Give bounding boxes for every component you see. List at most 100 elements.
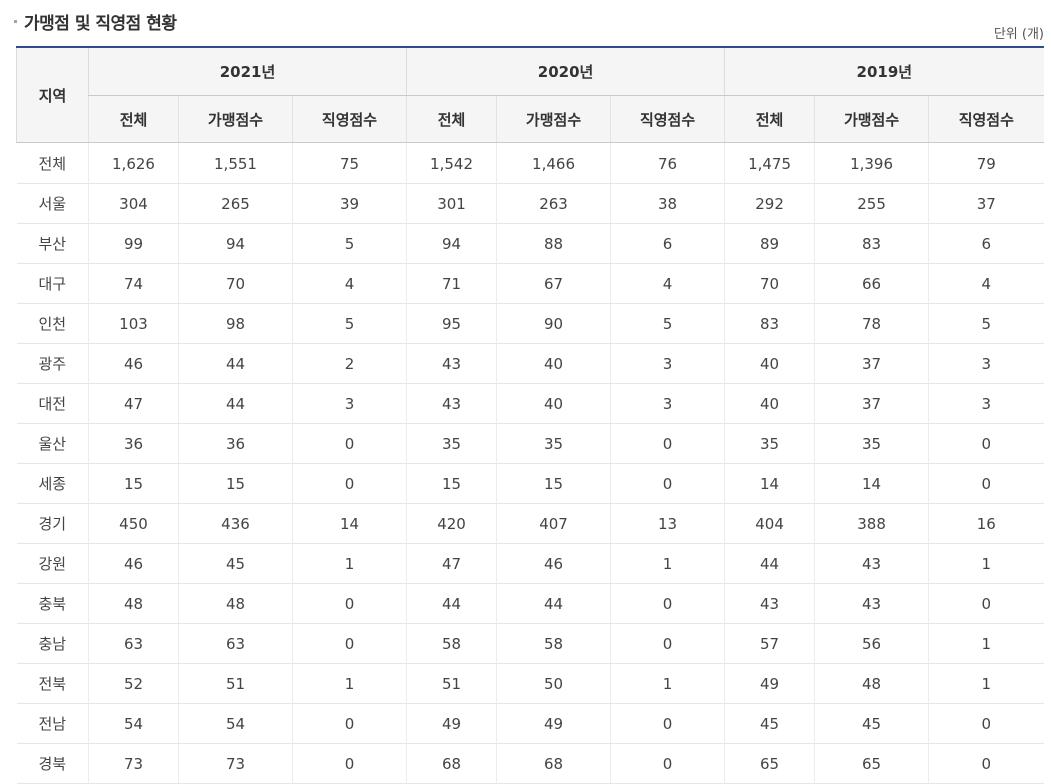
table-cell: 3	[928, 343, 1044, 384]
table-cell: 89	[724, 223, 815, 264]
table-cell: 6	[928, 223, 1044, 264]
table-cell: 3	[610, 343, 725, 384]
table-cell: 0	[610, 583, 725, 624]
table-row: 전체 1,626 1,551 75 1,542 1,466 76 1,475 1,396 79	[16, 142, 1044, 184]
table-cell: 1	[610, 663, 725, 704]
table-cell: 407	[496, 503, 611, 544]
section-header: 가맹점 및 직영점 현황 단위 (개)	[14, 0, 1044, 46]
region-cell: 대구	[16, 263, 89, 304]
table-row: 강원 46 45 1 47 46 1 44 43 1	[16, 543, 1044, 584]
subheader-total: 전체	[724, 95, 815, 143]
table-cell: 76	[610, 142, 725, 184]
subheader-direct: 직영점수	[291, 95, 407, 143]
table-cell: 36	[88, 423, 179, 464]
table-cell: 3	[928, 383, 1044, 424]
table-cell: 78	[814, 303, 929, 344]
table-cell: 4	[928, 263, 1044, 304]
table-cell: 49	[724, 663, 815, 704]
section-title: 가맹점 및 직영점 현황	[24, 14, 177, 34]
table-cell: 44	[406, 583, 497, 624]
table-cell: 83	[814, 223, 929, 264]
table-cell: 3	[291, 383, 407, 424]
store-status-table: 지역 2021년 2020년 2019년 전체 가맹점수 직영점수 전체 가맹점…	[16, 46, 1044, 784]
table-cell: 0	[928, 463, 1044, 504]
table-row: 전남 54 54 0 49 49 0 45 45 0	[16, 703, 1044, 744]
table-cell: 47	[88, 383, 179, 424]
table-cell: 88	[496, 223, 611, 264]
year-header: 2020년	[406, 47, 725, 96]
region-cell: 강원	[16, 543, 89, 584]
table-cell: 0	[291, 743, 407, 784]
subheader-franchise: 가맹점수	[814, 95, 929, 143]
table-cell: 388	[814, 503, 929, 544]
subheader-direct: 직영점수	[610, 95, 725, 143]
table-cell: 0	[610, 743, 725, 784]
table-cell: 37	[928, 183, 1044, 224]
table-cell: 43	[406, 343, 497, 384]
table-row: 대전 47 44 3 43 40 3 40 37 3	[16, 383, 1044, 424]
table-cell: 301	[406, 183, 497, 224]
table-cell: 2	[291, 343, 407, 384]
table-cell: 0	[610, 703, 725, 744]
table-row: 충남 63 63 0 58 58 0 57 56 1	[16, 623, 1044, 664]
table-row: 대구 74 70 4 71 67 4 70 66 4	[16, 263, 1044, 304]
table-cell: 65	[814, 743, 929, 784]
table-cell: 420	[406, 503, 497, 544]
table-cell: 40	[496, 343, 611, 384]
region-cell: 인천	[16, 303, 89, 344]
table-cell: 1	[610, 543, 725, 584]
table-cell: 0	[928, 703, 1044, 744]
table-cell: 45	[178, 543, 293, 584]
subheader-franchise: 가맹점수	[496, 95, 611, 143]
table-row: 충북 48 48 0 44 44 0 43 43 0	[16, 583, 1044, 624]
region-cell: 전북	[16, 663, 89, 704]
subheader-direct: 직영점수	[928, 95, 1044, 143]
table-cell: 43	[814, 543, 929, 584]
table-cell: 46	[88, 543, 179, 584]
table-cell: 66	[814, 263, 929, 304]
table-cell: 5	[928, 303, 1044, 344]
table-cell: 73	[88, 743, 179, 784]
table-cell: 255	[814, 183, 929, 224]
table-cell: 404	[724, 503, 815, 544]
table-cell: 43	[406, 383, 497, 424]
table-row: 전북 52 51 1 51 50 1 49 48 1	[16, 663, 1044, 704]
table-cell: 1,626	[88, 142, 179, 184]
table-cell: 0	[610, 423, 725, 464]
table-cell: 49	[406, 703, 497, 744]
table-cell: 43	[814, 583, 929, 624]
table-cell: 99	[88, 223, 179, 264]
table-cell: 43	[724, 583, 815, 624]
subheader-total: 전체	[406, 95, 497, 143]
table-cell: 292	[724, 183, 815, 224]
table-cell: 0	[928, 743, 1044, 784]
table-cell: 65	[724, 743, 815, 784]
table-cell: 13	[610, 503, 725, 544]
region-cell: 전남	[16, 703, 89, 744]
table-cell: 51	[178, 663, 293, 704]
table-cell: 47	[406, 543, 497, 584]
table-cell: 1,475	[724, 142, 815, 184]
table-cell: 16	[928, 503, 1044, 544]
table-cell: 5	[291, 303, 407, 344]
table-cell: 1	[928, 623, 1044, 664]
table-cell: 40	[724, 343, 815, 384]
table-cell: 90	[496, 303, 611, 344]
table-cell: 54	[178, 703, 293, 744]
table-cell: 71	[406, 263, 497, 304]
table-cell: 50	[496, 663, 611, 704]
table-row: 울산 36 36 0 35 35 0 35 35 0	[16, 423, 1044, 464]
region-cell: 전체	[16, 142, 89, 184]
table-cell: 1,542	[406, 142, 497, 184]
table-cell: 1,396	[814, 142, 929, 184]
table-row: 경북 73 73 0 68 68 0 65 65 0	[16, 743, 1044, 784]
table-cell: 44	[178, 383, 293, 424]
table-cell: 57	[724, 623, 815, 664]
table-cell: 3	[610, 383, 725, 424]
table-cell: 1	[928, 663, 1044, 704]
table-cell: 35	[406, 423, 497, 464]
table-cell: 1	[928, 543, 1044, 584]
table-cell: 6	[610, 223, 725, 264]
table-cell: 14	[814, 463, 929, 504]
table-cell: 44	[178, 343, 293, 384]
